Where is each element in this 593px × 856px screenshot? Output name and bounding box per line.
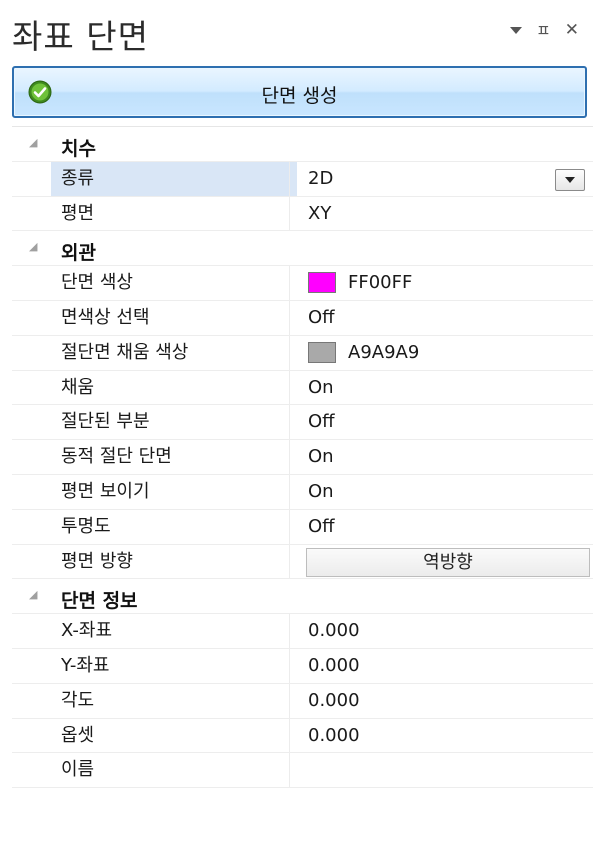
property-name: 이름 — [12, 753, 290, 788]
property-row-transparency[interactable]: 투명도 Off — [12, 509, 593, 545]
property-row-show-plane[interactable]: 평면 보이기 On — [12, 474, 593, 510]
category-appearance[interactable]: ◢ 외관 — [12, 231, 593, 267]
panel-window-controls: ㅍ ✕ — [510, 22, 579, 39]
property-grid: ◢ 치수 종류 2D 평면 XY ◢ 외관 단면 색상 FF00FF 면색상 선… — [12, 126, 593, 789]
property-name: 평면 방향 — [12, 544, 290, 579]
property-row-x-coord[interactable]: X-좌표 0.000 — [12, 614, 593, 649]
property-name: 동적 절단 단면 — [12, 440, 290, 474]
collapse-icon[interactable]: ◢ — [29, 588, 43, 602]
create-section-label: 단면 생성 — [261, 85, 338, 107]
property-row-fill[interactable]: 채움 On — [12, 370, 593, 406]
property-row-section-color[interactable]: 단면 색상 FF00FF — [12, 266, 593, 301]
collapse-icon[interactable]: ◢ — [29, 240, 43, 254]
property-name: 채움 — [12, 370, 290, 405]
property-name: 평면 — [12, 196, 290, 231]
property-value[interactable]: Off — [308, 405, 335, 439]
property-row-name[interactable]: 이름 — [12, 753, 593, 789]
category-label: 외관 — [61, 242, 96, 265]
category-dimensions[interactable]: ◢ 치수 — [12, 127, 593, 162]
property-value[interactable]: 2D — [308, 162, 333, 196]
property-name: 옵셋 — [12, 718, 290, 753]
dropdown-icon[interactable] — [510, 22, 523, 39]
property-name: X-좌표 — [12, 614, 290, 648]
property-name: 면색상 선택 — [12, 300, 290, 335]
property-row-angle[interactable]: 각도 0.000 — [12, 683, 593, 719]
category-label: 단면 정보 — [61, 590, 138, 613]
dropdown-button[interactable] — [555, 168, 585, 191]
color-hex: A9A9A9 — [348, 341, 420, 363]
property-row-y-coord[interactable]: Y-좌표 0.000 — [12, 648, 593, 684]
property-value[interactable]: On — [308, 475, 334, 509]
property-row-plane[interactable]: 평면 XY — [12, 196, 593, 232]
collapse-icon[interactable]: ◢ — [29, 136, 43, 150]
property-value[interactable]: On — [308, 371, 334, 405]
property-value[interactable]: 0.000 — [308, 684, 360, 718]
color-swatch[interactable] — [308, 341, 336, 363]
property-row-dynamic-section[interactable]: 동적 절단 단면 On — [12, 440, 593, 475]
property-value[interactable]: 0.000 — [308, 719, 360, 753]
property-row-plane-direction[interactable]: 평면 방향 역방향 — [12, 544, 593, 580]
property-row-offset[interactable]: 옵셋 0.000 — [12, 718, 593, 754]
property-row-cut-part[interactable]: 절단된 부분 Off — [12, 405, 593, 441]
property-name: 단면 색상 — [12, 266, 290, 300]
property-name: 투명도 — [12, 509, 290, 544]
category-section-info[interactable]: ◢ 단면 정보 — [12, 579, 593, 615]
property-name: 종류 — [12, 161, 290, 196]
property-value[interactable]: 0.000 — [308, 649, 360, 683]
property-row-type[interactable]: 종류 2D — [12, 161, 593, 197]
reverse-direction-button[interactable]: 역방향 — [306, 547, 590, 577]
property-name: 평면 보이기 — [12, 474, 290, 509]
category-label: 치수 — [61, 138, 96, 160]
panel-title-bar: 좌표 단면 ㅍ ✕ — [0, 0, 593, 62]
panel-title: 좌표 단면 — [12, 17, 149, 56]
property-value[interactable]: 0.000 — [308, 614, 360, 648]
property-name: 절단된 부분 — [12, 405, 290, 440]
property-row-select-face-color[interactable]: 면색상 선택 Off — [12, 300, 593, 336]
chevron-down-icon — [565, 176, 575, 183]
pin-icon[interactable]: ㅍ — [536, 22, 551, 39]
create-section-button[interactable]: 단면 생성 — [12, 66, 587, 118]
property-name: Y-좌표 — [12, 648, 290, 683]
property-value[interactable]: On — [308, 440, 334, 474]
property-name: 절단면 채움 색상 — [12, 335, 290, 370]
property-row-cut-fill-color[interactable]: 절단면 채움 색상 A9A9A9 — [12, 335, 593, 371]
property-value[interactable]: Off — [308, 510, 335, 544]
close-icon[interactable]: ✕ — [565, 22, 579, 39]
property-name: 각도 — [12, 683, 290, 718]
property-value[interactable]: Off — [308, 301, 335, 335]
color-hex: FF00FF — [348, 272, 413, 294]
property-value[interactable]: XY — [308, 197, 331, 231]
color-swatch[interactable] — [308, 272, 336, 294]
